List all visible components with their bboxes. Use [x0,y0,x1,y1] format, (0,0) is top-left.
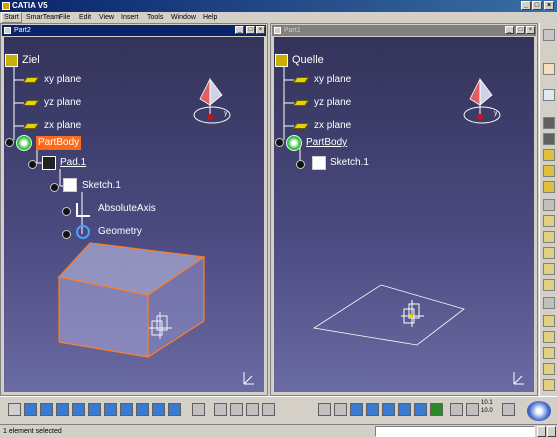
constraints-icon[interactable] [262,403,275,416]
update-icon[interactable] [450,403,463,416]
fly-mode-icon[interactable] [8,403,21,416]
status-button[interactable] [547,426,556,437]
measure-icon[interactable] [318,403,331,416]
fillet-tool-icon[interactable] [543,199,555,211]
3d-viewport-part1[interactable]: Quelle xy plane yz plane zx plane PartBo… [274,37,534,392]
hole-tool-icon[interactable] [543,181,555,193]
pattern-tool-icon[interactable] [543,331,555,343]
document-window-part2[interactable]: Part2 _ □ × Ziel xy plane yz plane zx pl… [0,23,268,396]
grid-icon[interactable] [230,403,243,416]
window-title: Part2 [14,27,31,34]
quick-view-icon[interactable] [120,403,133,416]
menu-bar: Start SmarTeam File Edit View Insert Too… [0,12,557,23]
window-minimize-button[interactable]: _ [235,26,244,34]
transform-tool-icon[interactable] [543,297,555,309]
window-minimize-button[interactable]: _ [505,26,514,34]
window-maximize-button[interactable]: □ [246,26,255,34]
numeric-indicator-a: 10.1 [481,400,493,406]
menu-edit[interactable]: Edit [79,12,91,23]
axis-triad-icon [243,372,254,385]
hammer-icon[interactable] [334,403,347,416]
compass-icon[interactable]: y [462,73,506,133]
menu-file[interactable]: File [59,12,70,23]
pocket-tool-icon[interactable] [543,133,555,145]
pan-icon[interactable] [40,403,53,416]
app-title: CATIA V5 [12,1,48,10]
zoom-out-icon[interactable] [88,403,101,416]
app-titlebar: CATIA V5 _ □ × [0,0,557,12]
workbench-toolbar [539,23,557,396]
compass-axis-label: y [494,110,498,117]
close-button[interactable]: × [544,1,554,10]
compass-icon[interactable]: y [192,73,236,133]
status-button[interactable] [537,426,546,437]
boolean-tool-icon[interactable] [543,363,555,375]
minimize-button[interactable]: _ [521,1,531,10]
rotate-icon[interactable] [56,403,69,416]
swap-space-icon[interactable] [168,403,181,416]
law-icon[interactable] [398,403,411,416]
formula-icon[interactable] [382,403,395,416]
maximize-button[interactable]: □ [532,1,542,10]
catia-app-icon [2,2,10,10]
tree-icon[interactable] [430,403,443,416]
view-toolbar: 10.1 10.0 [0,396,557,424]
axis-triad-icon [513,372,524,385]
hide-show-icon[interactable] [152,403,165,416]
menu-smarteam[interactable]: SmarTeam [26,12,60,23]
window-caption-part1[interactable]: Part1 _ □ × [272,25,536,36]
draft-tool-icon[interactable] [543,231,555,243]
mirror-tool-icon[interactable] [543,315,555,327]
catia-application: CATIA V5 _ □ × Start SmarTeam File Edit … [0,0,557,438]
status-message: 1 element selected [3,428,62,435]
workbench-gear-icon[interactable] [543,29,555,41]
zoom-in-icon[interactable] [72,403,85,416]
window-title: Part1 [284,27,301,34]
catia-logo-icon [527,401,551,421]
menu-window[interactable]: Window [171,12,196,23]
catalog-icon[interactable] [350,403,363,416]
design-table-icon[interactable] [414,403,427,416]
construction-icon[interactable] [246,403,259,416]
window-close-button[interactable]: × [256,26,265,34]
select-arrow-icon[interactable] [543,63,555,75]
measure-tool-icon[interactable] [543,379,555,391]
menu-tools[interactable]: Tools [147,12,163,23]
normal-view-icon[interactable] [104,403,117,416]
sketcher-icon[interactable] [543,89,555,101]
tools-palette-icon[interactable] [192,403,205,416]
thread-tool-icon[interactable] [543,279,555,291]
scaling-tool-icon[interactable] [543,347,555,359]
render-style-icon[interactable] [136,403,149,416]
axis-system-icon[interactable] [466,403,479,416]
menu-view[interactable]: View [99,12,114,23]
menu-start[interactable]: Start [1,12,22,23]
shell-tool-icon[interactable] [543,247,555,259]
chamfer-tool-icon[interactable] [543,215,555,227]
3d-viewport-part2[interactable]: Ziel xy plane yz plane zx plane PartBody… [4,37,264,392]
window-close-button[interactable]: × [526,26,535,34]
shaft-tool-icon[interactable] [543,149,555,161]
menu-insert[interactable]: Insert [121,12,139,23]
document-window-part1[interactable]: Part1 _ □ × Quelle xy plane yz plane zx … [270,23,538,396]
compass-axis-label: y [224,110,228,117]
snap-icon[interactable] [214,403,227,416]
part-document-icon [4,27,11,34]
groove-tool-icon[interactable] [543,165,555,177]
analysis-icon[interactable] [502,403,515,416]
menu-help[interactable]: Help [203,12,217,23]
part-document-icon [274,27,281,34]
thickness-tool-icon[interactable] [543,263,555,275]
status-bar: 1 element selected [0,424,557,438]
pad-tool-icon[interactable] [543,117,555,129]
numeric-indicator-b: 10.0 [481,408,493,414]
window-caption-part2[interactable]: Part2 _ □ × [2,25,266,36]
knowledge-icon[interactable] [366,403,379,416]
window-maximize-button[interactable]: □ [516,26,525,34]
fit-all-icon[interactable] [24,403,37,416]
command-input[interactable] [375,426,535,437]
